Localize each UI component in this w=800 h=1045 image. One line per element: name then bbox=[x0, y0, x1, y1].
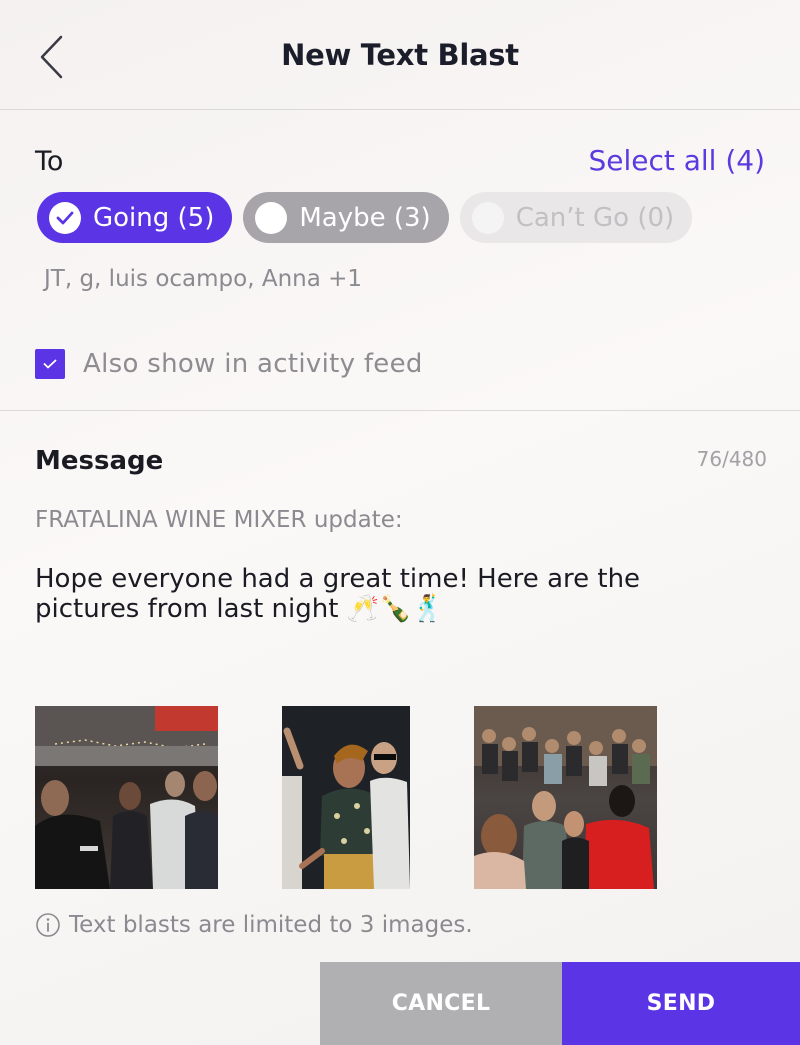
rsvp-filter-chips: Going (5) Maybe (3) Can’t Go (0) bbox=[37, 192, 693, 243]
chip-maybe[interactable]: Maybe (3) bbox=[243, 192, 449, 243]
activity-feed-checkbox[interactable] bbox=[35, 349, 65, 379]
character-counter: 76/480 bbox=[696, 447, 767, 471]
message-subject[interactable]: FRATALINA WINE MIXER update: bbox=[35, 507, 403, 533]
activity-feed-label: Also show in activity feed bbox=[83, 349, 423, 379]
party-photo-3[interactable] bbox=[474, 706, 657, 889]
empty-circle-icon bbox=[255, 201, 288, 234]
activity-feed-option[interactable]: Also show in activity feed bbox=[35, 349, 423, 379]
info-icon bbox=[36, 913, 60, 937]
section-divider bbox=[0, 410, 800, 411]
recipient-names: JT, g, luis ocampo, Anna +1 bbox=[44, 266, 363, 292]
image-limit-note: Text blasts are limited to 3 images. bbox=[35, 912, 473, 938]
select-all-button[interactable]: Select all (4) bbox=[588, 144, 765, 177]
header: New Text Blast bbox=[0, 0, 800, 110]
chip-going-label: Going (5) bbox=[93, 202, 215, 233]
chip-going[interactable]: Going (5) bbox=[37, 192, 233, 243]
empty-circle-icon bbox=[471, 201, 504, 234]
to-label: To bbox=[35, 146, 64, 177]
message-label: Message bbox=[35, 446, 164, 476]
party-photo-2[interactable] bbox=[282, 706, 410, 889]
checkmark-icon bbox=[43, 359, 57, 369]
message-body[interactable]: Hope everyone had a great time! Here are… bbox=[35, 564, 735, 624]
page-title: New Text Blast bbox=[281, 38, 519, 72]
cancel-button[interactable]: CANCEL bbox=[320, 962, 562, 1045]
send-button[interactable]: SEND bbox=[562, 962, 800, 1045]
chip-maybe-label: Maybe (3) bbox=[299, 202, 431, 233]
chip-cant-go-label: Can’t Go (0) bbox=[515, 202, 675, 233]
party-photo-1[interactable] bbox=[35, 706, 218, 889]
chip-cant-go: Can’t Go (0) bbox=[459, 192, 693, 243]
image-limit-text: Text blasts are limited to 3 images. bbox=[69, 912, 473, 938]
check-circle-icon bbox=[49, 201, 81, 234]
